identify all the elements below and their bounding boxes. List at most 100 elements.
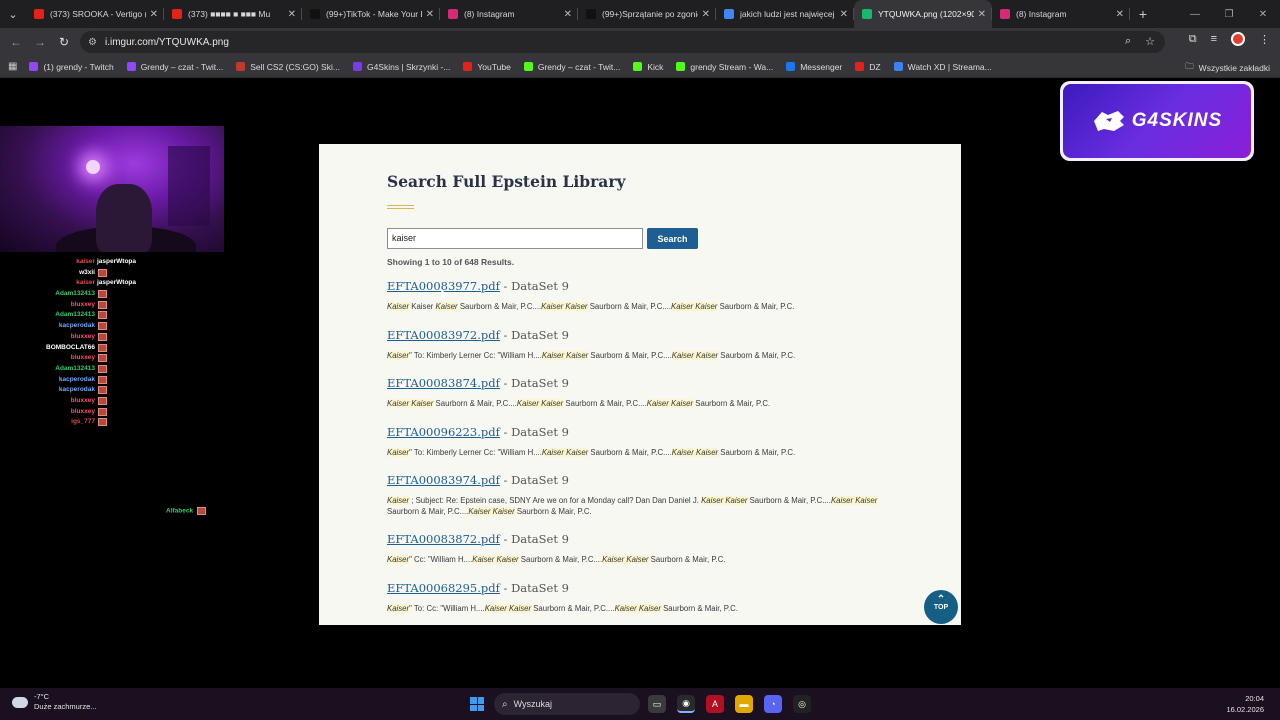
apps-grid-icon[interactable]: ▦: [8, 61, 17, 72]
bookmark-star-icon[interactable]: ☆: [1145, 35, 1155, 48]
task-view-icon[interactable]: ▭: [648, 695, 666, 713]
result-dataset: - DataSet 9: [499, 376, 569, 390]
back-button[interactable]: ←: [4, 35, 28, 49]
address-bar[interactable]: ⚙ i.imgur.com/YTQUWKA.png ⌕ ☆: [80, 31, 1165, 53]
acrobat-app-icon[interactable]: A: [706, 695, 724, 713]
chat-username: kaiser: [76, 279, 95, 287]
result-file-link[interactable]: EFTA00083972.pdf: [387, 328, 500, 342]
browser-tab[interactable]: (8) Instagram ✕: [992, 0, 1130, 28]
folder-icon: 🗀: [1185, 61, 1194, 71]
bookmark-favicon-icon: [126, 62, 136, 71]
browser-tab[interactable]: (373) SROOKA - Vertigo (... ✕: [26, 0, 164, 28]
result-file-link[interactable]: EFTA00083974.pdf: [387, 473, 500, 487]
profile-avatar[interactable]: [1231, 32, 1245, 46]
result-file-link[interactable]: EFTA00068295.pdf: [387, 581, 500, 595]
result-heading: EFTA00083972.pdf - DataSet 9: [387, 327, 907, 351]
menu-icon[interactable]: ⋮: [1259, 33, 1270, 46]
bookmark-item[interactable]: Kick: [633, 62, 663, 72]
all-bookmarks-label: Wszystkie zakładki: [1198, 63, 1270, 73]
search-input[interactable]: kaiser: [387, 228, 643, 249]
bookmark-item[interactable]: (1) grendy - Twitch: [29, 62, 114, 72]
bookmark-item[interactable]: Sell CS2 (CS:GO) Ski...: [236, 62, 340, 72]
chat-username: Adam132413: [55, 364, 95, 372]
browser-tab[interactable]: (99+)TikTok - Make Your Da ✕: [302, 0, 440, 28]
close-tab-icon[interactable]: ✕: [426, 9, 434, 20]
chat-line: Adam132413: [0, 364, 224, 375]
result-file-link[interactable]: EFTA00096223.pdf: [387, 425, 500, 439]
highlight-term: Kaiser Kaiser: [701, 496, 748, 505]
chat-line: bluxxey: [0, 407, 224, 418]
taskbar-search[interactable]: ⌕ Wyszukaj: [494, 693, 640, 715]
tab-search-button[interactable]: ⌄: [0, 0, 26, 28]
browser-tab[interactable]: jakich ludzi jest najwięcej ✕: [716, 0, 854, 28]
instagram-icon: [448, 9, 458, 19]
chat-username: bluxxey: [70, 332, 95, 340]
weather-widget[interactable]: -7°C Duże zachmurze...: [12, 692, 97, 712]
close-tab-icon[interactable]: ✕: [288, 9, 296, 20]
browser-tab[interactable]: (373) ■■■■ ■ ■■■ Mu ✕: [164, 0, 302, 28]
system-clock[interactable]: 20:04 16.02.2026: [1226, 693, 1264, 715]
steam-app-icon[interactable]: ◎: [793, 695, 811, 713]
bookmark-item[interactable]: Grendy – czat - Twit...: [126, 62, 223, 72]
chat-line: kaiser jasperWtopa: [0, 257, 224, 268]
highlight-term: Kaiser Kaiser: [541, 447, 589, 457]
close-tab-icon[interactable]: ✕: [840, 9, 848, 20]
image-document: Search Full Epstein Library kaiser Searc…: [319, 144, 961, 625]
bookmark-item[interactable]: YouTube: [463, 62, 511, 72]
bookmark-item[interactable]: Messenger: [786, 62, 842, 72]
result-heading: EFTA00083977.pdf - DataSet 9: [387, 278, 907, 302]
result-file-link[interactable]: EFTA00083872.pdf: [387, 532, 500, 546]
search-icon: ⌕: [502, 698, 508, 710]
browser-tab[interactable]: (99+)Sprzątanie po zgonie ✕: [578, 0, 716, 28]
close-window-button[interactable]: ✕: [1246, 9, 1280, 20]
bookmark-item[interactable]: grendy Stream - Wa...: [676, 62, 773, 72]
result-dataset: - DataSet 9: [499, 532, 569, 546]
search-button[interactable]: Search: [647, 228, 698, 249]
file-explorer-icon[interactable]: ▬: [735, 695, 753, 713]
chat-username: bluxxey: [70, 407, 95, 415]
new-tab-button[interactable]: +: [1130, 6, 1156, 22]
forward-button[interactable]: →: [28, 35, 52, 49]
close-tab-icon[interactable]: ✕: [702, 9, 710, 20]
discord-app-icon[interactable]: ◔: [764, 695, 782, 713]
bookmark-item[interactable]: DZ: [855, 62, 881, 72]
all-bookmarks-button[interactable]: 🗀 Wszystkie zakładki: [1185, 61, 1270, 75]
extensions-icon[interactable]: ⧉: [1189, 33, 1197, 46]
site-info-icon[interactable]: ⚙: [88, 37, 97, 48]
result-item: EFTA00083974.pdf - DataSet 9 Kaiser ; Sub…: [387, 472, 907, 531]
browser-tab[interactable]: YTQUWKA.png (1202×90 ✕: [854, 0, 992, 28]
back-to-top-button[interactable]: ⌃ TOP: [924, 590, 958, 624]
bookmark-item[interactable]: G4Skins | Skrzynki -...: [352, 62, 450, 72]
result-file-link[interactable]: EFTA00083874.pdf: [387, 376, 500, 390]
zoom-icon[interactable]: ⌕: [1125, 35, 1131, 48]
emote-icon: [98, 300, 107, 309]
result-dataset: - DataSet 9: [499, 424, 569, 439]
chevron-up-icon: ⌃: [936, 594, 946, 605]
maximize-button[interactable]: ❐: [1212, 9, 1246, 20]
reload-button[interactable]: ↻: [52, 35, 76, 49]
close-tab-icon[interactable]: ✕: [564, 9, 572, 20]
bookmark-item[interactable]: Grendy – czat - Twit...: [523, 62, 620, 72]
chat-line: Adam132413: [0, 289, 224, 300]
minimize-button[interactable]: —: [1178, 9, 1212, 20]
start-button[interactable]: [470, 697, 484, 711]
reading-list-icon[interactable]: ≡: [1211, 33, 1217, 45]
chat-line: bluxxey: [0, 332, 224, 343]
highlight-term: Kaiser Kaiser: [541, 350, 589, 360]
youtube-icon: [172, 9, 182, 19]
result-item: EFTA00083977.pdf - DataSet 9 Kaiser Kaise…: [387, 278, 907, 327]
snippet-text: Kaiser: [409, 302, 436, 311]
google-icon: [724, 9, 734, 19]
bookmark-favicon-icon: [236, 62, 246, 71]
emote-icon: [98, 396, 107, 405]
close-tab-icon[interactable]: ✕: [978, 9, 986, 20]
browser-tab[interactable]: (8) Instagram ✕: [440, 0, 578, 28]
close-tab-icon[interactable]: ✕: [150, 9, 158, 20]
result-item: EFTA00096223.pdf - DataSet 9 Kaiser" To: …: [387, 424, 907, 473]
snippet-text: Saurborn & Mair, P.C.: [693, 399, 771, 408]
bookmark-favicon-icon: [855, 62, 865, 71]
bookmark-item[interactable]: Watch XD | Streama...: [893, 62, 992, 72]
close-tab-icon[interactable]: ✕: [1116, 9, 1124, 20]
url-text[interactable]: i.imgur.com/YTQUWKA.png: [105, 37, 229, 48]
chrome-app-icon[interactable]: ◉: [677, 695, 695, 713]
